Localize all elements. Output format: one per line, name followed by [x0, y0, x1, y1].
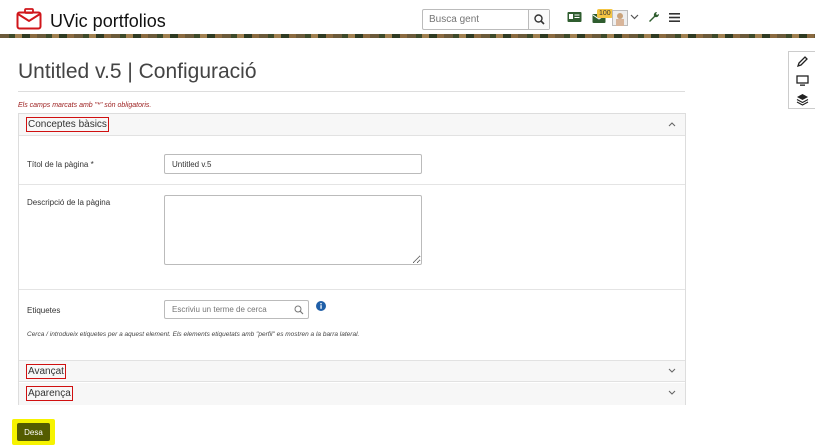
save-highlight: Desa [12, 419, 55, 445]
save-button[interactable]: Desa [17, 423, 50, 441]
page-title: Untitled v.5 | Configuració [18, 60, 257, 83]
tags-label: Etiquetes [27, 306, 61, 315]
layers-icon[interactable] [796, 93, 809, 106]
section-advanced-title[interactable]: Avançat [26, 364, 66, 379]
page-title-field[interactable] [164, 154, 422, 174]
chevron-down-icon[interactable] [630, 14, 639, 20]
id-card-icon[interactable] [567, 11, 582, 23]
display-icon[interactable] [796, 74, 809, 87]
portfolio-logo-icon[interactable] [16, 8, 42, 30]
chevron-up-icon[interactable] [668, 121, 676, 127]
divider [19, 289, 685, 290]
search-icon[interactable] [294, 305, 304, 315]
wrench-icon[interactable] [648, 11, 660, 23]
page-description-label: Descripció de la pàgina [27, 198, 111, 207]
header-decorative-stripe [0, 34, 815, 38]
brand-name[interactable]: UVic portfolios [50, 11, 166, 32]
title-divider [18, 91, 685, 92]
search-button[interactable] [528, 10, 549, 29]
menu-icon[interactable] [669, 13, 680, 22]
info-icon[interactable] [316, 301, 326, 311]
pencil-icon[interactable] [796, 55, 809, 68]
notification-badge: 100 [597, 9, 613, 18]
section-basic-title[interactable]: Conceptes bàsics [26, 117, 109, 132]
people-search-input[interactable] [423, 10, 529, 29]
tags-search-input[interactable] [165, 301, 290, 318]
chevron-down-icon[interactable] [668, 390, 676, 396]
top-header: UVic portfolios 100 [0, 0, 815, 36]
people-search [422, 9, 550, 30]
divider [19, 184, 685, 185]
search-icon [534, 14, 545, 25]
section-appearance-header[interactable]: Aparença [19, 383, 685, 405]
settings-form: Conceptes bàsics Títol de la pàgina * De… [18, 113, 686, 405]
avatar[interactable] [612, 10, 628, 26]
section-appearance-title[interactable]: Aparença [26, 386, 73, 401]
required-fields-note: Els camps marcats amb "*" són obligatori… [18, 102, 152, 109]
chevron-down-icon[interactable] [668, 368, 676, 374]
page-title-label: Títol de la pàgina * [27, 160, 94, 169]
section-advanced-header[interactable]: Avançat [19, 360, 685, 382]
tags-hint: Cerca / introdueix etiquetes per a aques… [27, 331, 360, 338]
right-toolbar [788, 51, 815, 109]
section-basic-header[interactable]: Conceptes bàsics [19, 114, 685, 136]
tags-search [164, 300, 309, 319]
page-description-field[interactable] [164, 195, 422, 265]
